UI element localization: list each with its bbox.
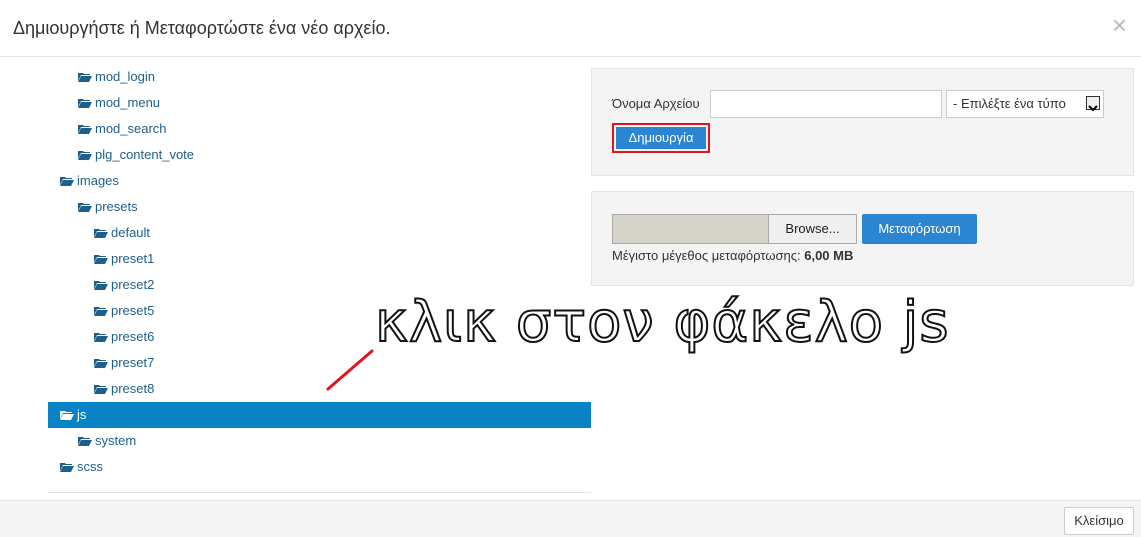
folder-open-icon (94, 384, 108, 394)
tree-item-presets[interactable]: presets (48, 194, 591, 220)
pointer-line (326, 349, 374, 391)
tree-item-label: mod_menu (95, 95, 161, 110)
tree-item-label: preset8 (111, 381, 155, 396)
file-type-select-value: - Επιλέξτε ένα τύπο (953, 96, 1066, 111)
folder-open-icon (60, 462, 74, 472)
folder-open-icon (60, 410, 74, 420)
folder-open-icon (78, 98, 92, 108)
upload-button[interactable]: Μεταφόρτωση (862, 214, 977, 244)
tree-item-label: preset2 (111, 277, 155, 292)
create-button[interactable]: Δημιουργία (612, 123, 710, 153)
tree-item-label: mod_search (95, 121, 167, 136)
tree-item-system[interactable]: system (48, 428, 591, 454)
tree-item-label: mod_login (95, 69, 155, 84)
folder-open-icon (78, 150, 92, 160)
filename-input[interactable] (710, 90, 942, 118)
tree-item-images[interactable]: images (48, 168, 591, 194)
chevron-down-icon (1086, 96, 1100, 112)
tree-item-default[interactable]: default (48, 220, 591, 246)
tree-item-scss[interactable]: scss (48, 454, 591, 480)
max-size-label: Μέγιστο μέγεθος μεταφόρτωσης: (612, 248, 801, 263)
tree-item-label: plg_content_vote (95, 147, 195, 162)
folder-open-icon (94, 254, 108, 264)
folder-open-icon (94, 332, 108, 342)
folder-open-icon (78, 124, 92, 134)
dialog-footer: Κλείσιμο (0, 500, 1141, 537)
folder-tree: mod_login mod_menu mod_search plg_content_v… (48, 64, 591, 493)
tree-item-mod-login[interactable]: mod_login (48, 64, 591, 90)
instruction-annotation: κλικ στον φάκελο js (374, 289, 950, 356)
max-upload-size: Μέγιστο μέγεθος μεταφόρτωσης: 6,00 MB (612, 248, 853, 263)
tree-item-label: system (95, 433, 137, 448)
tree-item-mod-search[interactable]: mod_search (48, 116, 591, 142)
folder-open-icon (60, 176, 74, 186)
tree-item-label: images (77, 173, 119, 188)
tree-item-label: preset1 (111, 251, 155, 266)
tree-item-js[interactable]: js (48, 402, 591, 428)
tree-item-label: scss (77, 459, 103, 474)
filename-label: Όνομα Αρχείου (612, 96, 700, 111)
dialog-header: Δημιουργήστε ή Μεταφορτώστε ένα νέο αρχε… (0, 0, 1141, 57)
folder-open-icon (78, 72, 92, 82)
dialog-title: Δημιουργήστε ή Μεταφορτώστε ένα νέο αρχε… (13, 18, 391, 38)
create-button-label: Δημιουργία (616, 127, 706, 149)
tree-item-plg-content-vote[interactable]: plg_content_vote (48, 142, 591, 168)
create-file-panel: Όνομα Αρχείου - Επιλέξτε ένα τύπο Δημιου… (591, 68, 1134, 176)
tree-item-label: preset6 (111, 329, 155, 344)
folder-open-icon (94, 228, 108, 238)
file-type-select[interactable]: - Επιλέξτε ένα τύπο (946, 90, 1104, 118)
tree-item-preset1[interactable]: preset1 (48, 246, 591, 272)
tree-item-label: js (77, 407, 87, 422)
browse-button[interactable]: Browse... (768, 214, 857, 244)
tree-item-label: presets (95, 199, 138, 214)
tree-item-label: default (111, 225, 151, 240)
tree-item-mod-menu[interactable]: mod_menu (48, 90, 591, 116)
close-button[interactable]: Κλείσιμο (1064, 507, 1134, 535)
folder-open-icon (78, 202, 92, 212)
folder-open-icon (78, 436, 92, 446)
tree-item-label: preset7 (111, 355, 155, 370)
tree-item-label: preset5 (111, 303, 155, 318)
upload-file-panel: Browse... Μεταφόρτωση Μέγιστο μέγεθος με… (591, 191, 1134, 286)
folder-open-icon (94, 306, 108, 316)
folder-open-icon (94, 280, 108, 290)
max-size-value: 6,00 MB (804, 248, 854, 263)
folder-open-icon (94, 358, 108, 368)
file-dialog: Δημιουργήστε ή Μεταφορτώστε ένα νέο αρχε… (0, 0, 1141, 537)
close-icon[interactable]: × (1112, 12, 1127, 38)
